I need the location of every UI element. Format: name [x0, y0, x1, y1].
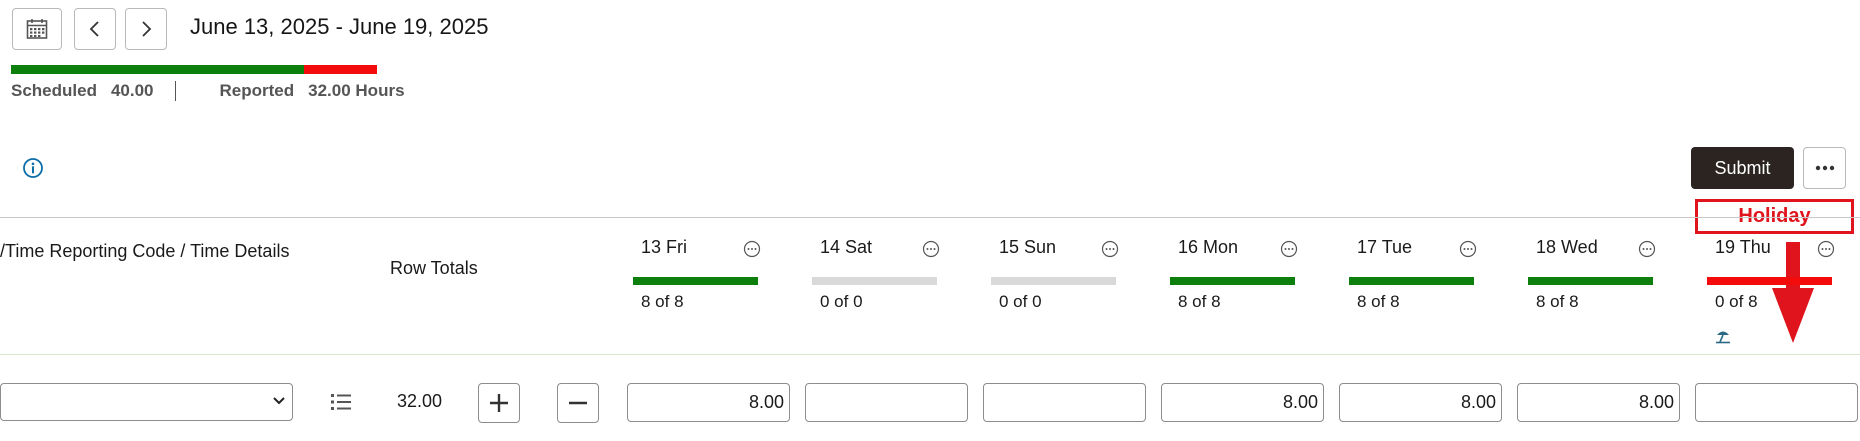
- day-column-15-sun: 15 Sun 0 of 0: [991, 237, 1121, 345]
- date-range: June 13, 2025 - June 19, 2025: [190, 14, 489, 39]
- list-details-icon[interactable]: [330, 392, 352, 412]
- plus-icon: [490, 394, 508, 412]
- day-hours: 8 of 8: [1357, 292, 1400, 311]
- day-status-bar: [1528, 277, 1653, 285]
- grid-header-divider: [0, 354, 1860, 355]
- hours-input-15-sun[interactable]: [983, 383, 1146, 422]
- more-circle-icon[interactable]: [1101, 240, 1119, 258]
- row-totals-header: Row Totals: [390, 258, 478, 278]
- day-status-bar: [991, 277, 1116, 285]
- scheduled-label: Scheduled: [11, 81, 97, 100]
- day-label: 19 Thu: [1715, 237, 1771, 257]
- more-horizontal-icon: [1815, 165, 1834, 171]
- day-column-18-wed: 18 Wed 8 of 8: [1528, 237, 1658, 345]
- day-status-bar: [812, 277, 937, 285]
- more-actions-button[interactable]: [1803, 147, 1846, 189]
- hours-input-16-mon[interactable]: [1161, 383, 1324, 422]
- day-hours: 8 of 8: [1178, 292, 1221, 311]
- more-circle-icon[interactable]: [1638, 240, 1656, 258]
- more-circle-icon[interactable]: [1817, 240, 1835, 258]
- reported-value: 32.00 Hours: [308, 81, 405, 100]
- more-circle-icon[interactable]: [1459, 240, 1477, 258]
- day-hours: 8 of 8: [641, 292, 684, 311]
- day-column-17-tue: 17 Tue 8 of 8: [1349, 237, 1479, 345]
- scheduled-value: 40.00: [110, 81, 154, 100]
- day-label: 14 Sat: [820, 237, 873, 257]
- previous-period-button[interactable]: [74, 8, 116, 50]
- more-circle-icon[interactable]: [1280, 240, 1298, 258]
- chevron-down-icon: [273, 397, 285, 405]
- chevron-left-icon: [89, 21, 99, 37]
- day-column-13-fri: 13 Fri 8 of 8: [633, 237, 763, 345]
- next-period-button[interactable]: [125, 8, 167, 50]
- day-status-bar: [1707, 277, 1832, 285]
- day-status-bar: [633, 277, 758, 285]
- day-label: 15 Sun: [999, 237, 1057, 257]
- grid-top-divider: [0, 217, 1860, 218]
- beach-umbrella-icon[interactable]: [1714, 327, 1732, 345]
- reported-progress-bar: [11, 65, 377, 74]
- more-circle-icon[interactable]: [922, 240, 940, 258]
- day-label: 16 Mon: [1178, 237, 1239, 257]
- calendar-icon: [26, 19, 48, 39]
- chevron-right-icon: [142, 21, 152, 37]
- remove-row-button[interactable]: [557, 383, 599, 423]
- info-icon[interactable]: [22, 157, 44, 179]
- submit-button[interactable]: Submit: [1691, 147, 1794, 189]
- time-reporting-code-header: /Time Reporting Code / Time Details: [0, 241, 290, 261]
- day-label: 13 Fri: [641, 237, 688, 257]
- hours-input-14-sat[interactable]: [805, 383, 968, 422]
- hours-summary: Scheduled 40.00 Reported 32.00 Hours: [11, 81, 405, 101]
- hours-input-13-fri[interactable]: [627, 383, 790, 422]
- day-hours: 8 of 8: [1536, 292, 1579, 311]
- time-reporting-code-select[interactable]: [0, 383, 293, 421]
- hours-input-19-thu[interactable]: [1695, 383, 1858, 422]
- day-column-14-sat: 14 Sat 0 of 0: [812, 237, 942, 345]
- day-hours: 0 of 0: [999, 292, 1042, 311]
- more-circle-icon[interactable]: [743, 240, 761, 258]
- reported-label: Reported: [219, 81, 295, 100]
- reported-segment: [11, 65, 304, 74]
- hours-input-17-tue[interactable]: [1339, 383, 1502, 422]
- hours-input-18-wed[interactable]: [1517, 383, 1680, 422]
- day-status-bar: [1170, 277, 1295, 285]
- day-hours: 0 of 0: [820, 292, 863, 311]
- day-label: 17 Tue: [1357, 237, 1413, 257]
- day-status-bar: [1349, 277, 1474, 285]
- day-column-16-mon: 16 Mon 8 of 8: [1170, 237, 1300, 345]
- unreported-segment: [303, 65, 377, 74]
- day-hours: 0 of 8: [1715, 292, 1758, 311]
- add-row-button[interactable]: [478, 383, 520, 423]
- row-total-value: 32.00: [397, 391, 443, 411]
- minus-icon: [569, 401, 587, 405]
- day-label: 18 Wed: [1536, 237, 1598, 257]
- summary-divider: [174, 81, 176, 101]
- calendar-button[interactable]: [12, 8, 62, 50]
